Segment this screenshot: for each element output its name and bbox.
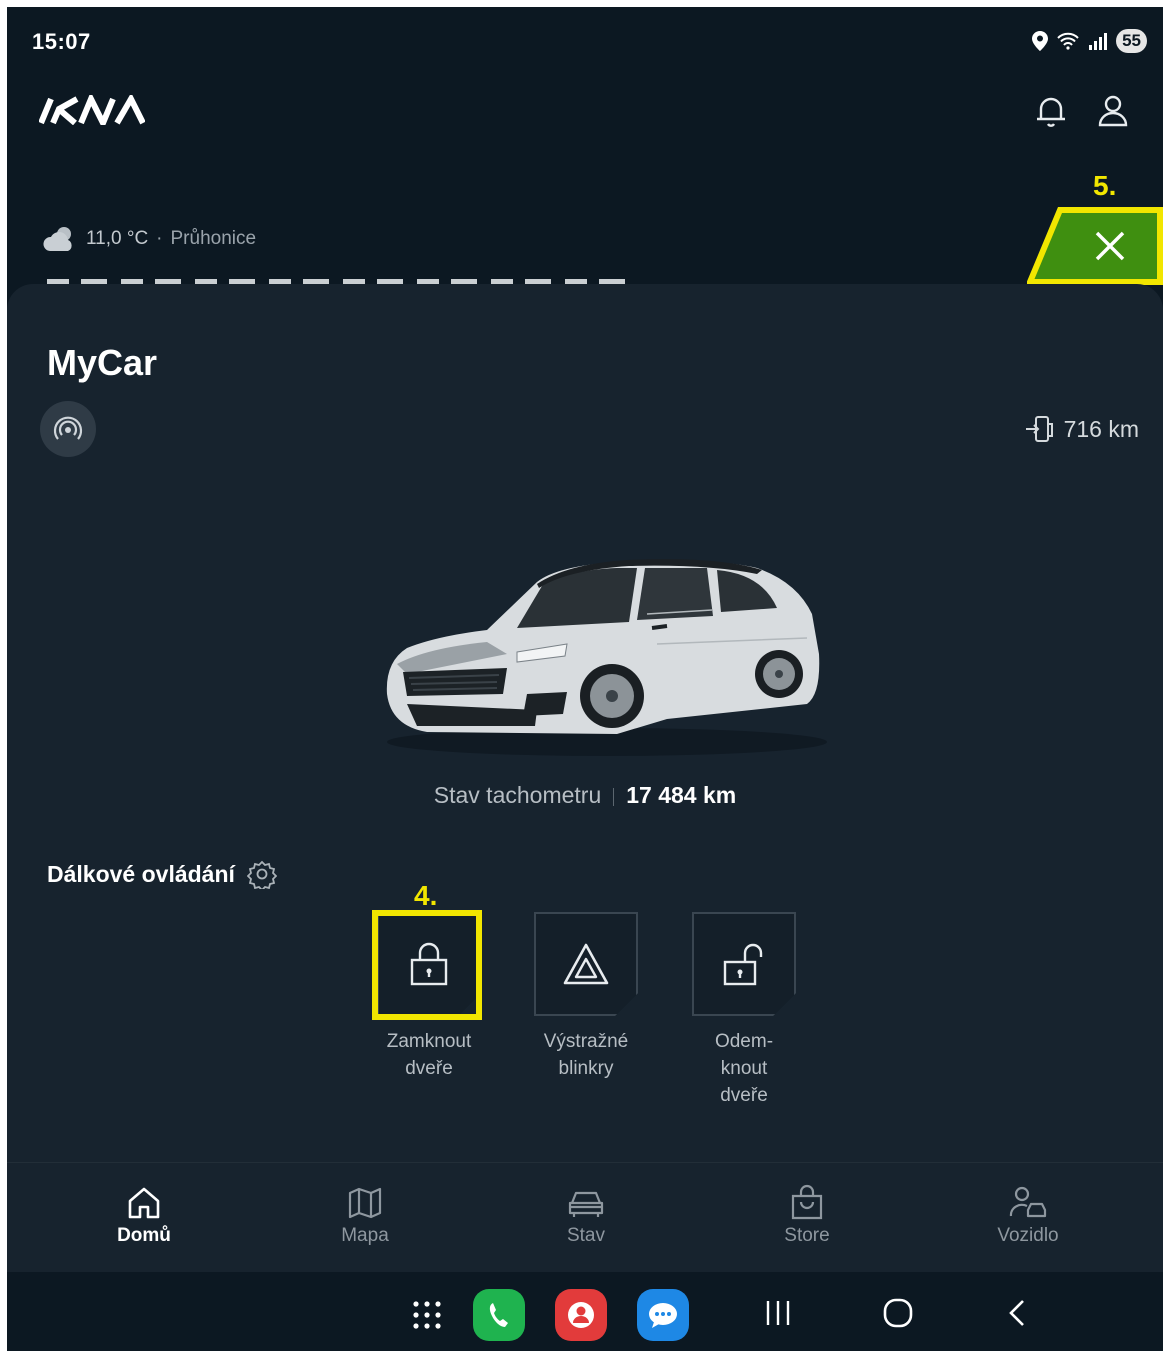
tab-map[interactable]: Mapa	[295, 1181, 435, 1247]
status-time: 15:07	[32, 29, 91, 54]
home-icon	[128, 1187, 160, 1219]
unlock-doors-button[interactable]	[692, 912, 796, 1016]
lock-doors-label: Zamknout dveře	[374, 1028, 484, 1082]
unlock-icon	[723, 943, 763, 986]
odometer-divider	[613, 787, 615, 806]
phone-icon	[489, 1303, 508, 1327]
battery-indicator: 55	[1116, 29, 1147, 53]
app-drawer-icon[interactable]	[412, 1300, 442, 1330]
hazard-lights-button[interactable]	[534, 912, 638, 1016]
odometer-label: Stav tachometru	[433, 782, 602, 808]
recent-apps-icon[interactable]	[763, 1298, 793, 1328]
unlock-doors-label-line3: dveře	[720, 1085, 768, 1106]
car-image	[386, 559, 827, 756]
status-bar: 15:07 55	[7, 7, 1163, 71]
vehicle-user-icon	[1009, 1186, 1047, 1218]
lock-doors-label-line2: dveře	[405, 1058, 453, 1079]
tab-vehicle[interactable]: Vozidlo	[958, 1181, 1098, 1247]
close-button[interactable]	[1027, 207, 1163, 285]
annotation-step-5: 5.	[1093, 170, 1117, 201]
tab-vehicle-label: Vozidlo	[997, 1225, 1059, 1246]
tab-status-label: Stav	[566, 1225, 606, 1246]
settings-gear-icon[interactable]	[246, 859, 277, 889]
unlock-doors-label-line1: Odem-	[714, 1031, 774, 1052]
hazard-lights-label-line1: Výstražné	[543, 1031, 629, 1052]
unlock-doors-control[interactable]: Odem- knout dveře	[689, 912, 799, 1109]
user-icon[interactable]	[1093, 91, 1133, 131]
tab-map-label: Mapa	[341, 1225, 389, 1246]
app-screen: 15:07 55 11,0 °C · Průhonice 5. MyCar 71…	[7, 7, 1163, 1351]
home-nav-icon[interactable]	[882, 1297, 914, 1329]
location-icon	[1032, 31, 1049, 51]
hazard-lights-control[interactable]: Výstražné blinkry	[531, 912, 641, 1082]
messages-icon	[649, 1303, 677, 1328]
weather-separator: ·	[156, 228, 163, 249]
bottom-tab-bar: Domů Mapa Stav Store Vozidlo	[7, 1162, 1163, 1272]
map-icon	[348, 1187, 382, 1219]
hazard-lights-label: Výstražné blinkry	[531, 1028, 641, 1082]
contacts-app[interactable]	[555, 1289, 607, 1341]
weather-info: 11,0 °C · Průhonice	[42, 225, 256, 253]
unlock-doors-label: Odem- knout dveře	[689, 1028, 799, 1109]
annotation-step-4: 4.	[414, 880, 438, 911]
phone-app[interactable]	[473, 1289, 525, 1341]
wifi-icon	[1057, 32, 1079, 50]
back-icon[interactable]	[1005, 1298, 1029, 1328]
temperature: 11,0 °C	[86, 228, 149, 249]
odometer-value: 17 484 km	[626, 782, 737, 808]
connectivity-button[interactable]	[40, 401, 96, 457]
cloudy-weather-icon	[43, 227, 72, 251]
signal-icon	[1089, 33, 1108, 50]
messages-app[interactable]	[637, 1289, 689, 1341]
odometer: Stav tachometru 17 484 km	[7, 782, 1163, 809]
kia-logo	[39, 95, 145, 125]
lock-doors-label-line1: Zamknout	[386, 1031, 472, 1052]
status-icons: 55	[1032, 29, 1147, 53]
car-icon	[568, 1191, 604, 1217]
remote-control-title: Dálkové ovládání	[47, 860, 235, 887]
page-title: MyCar	[47, 342, 158, 383]
store-bag-icon	[791, 1184, 823, 1220]
tab-home-label: Domů	[117, 1225, 171, 1246]
range-value: 716 km	[1063, 415, 1139, 442]
hazard-lights-label-line2: blinkry	[558, 1058, 614, 1079]
bell-icon[interactable]	[1031, 91, 1071, 131]
contacts-icon	[568, 1302, 594, 1328]
signal-broadcast-icon	[53, 416, 83, 440]
tab-store[interactable]: Store	[737, 1181, 877, 1247]
tab-status[interactable]: Stav	[516, 1181, 656, 1247]
remote-control-section-title: Dálkové ovládání	[47, 859, 277, 889]
annotation-highlight-lock	[372, 910, 482, 1020]
range-info: 716 km	[1024, 414, 1139, 444]
location: Průhonice	[170, 228, 257, 249]
tab-store-label: Store	[784, 1225, 830, 1246]
tab-home[interactable]: Domů	[74, 1181, 214, 1247]
hazard-icon	[563, 943, 609, 985]
fuel-range-icon	[1025, 416, 1053, 442]
unlock-doors-label-line2: knout	[720, 1058, 768, 1079]
system-navigation-bar	[7, 1272, 1163, 1351]
